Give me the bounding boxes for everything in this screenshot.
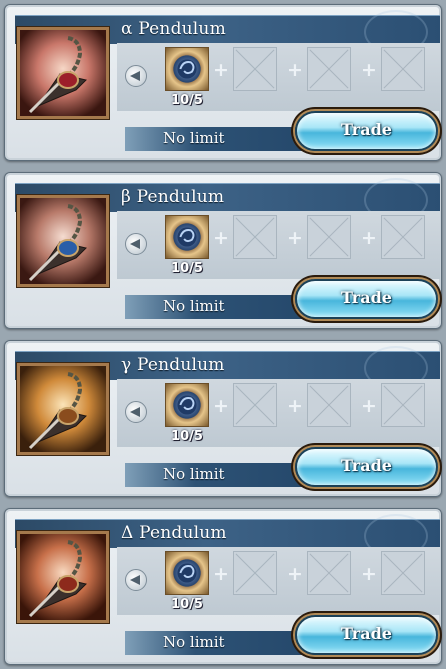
trade-button-label: Trade	[341, 288, 392, 307]
empty-material-slot	[381, 47, 425, 91]
empty-material-slot	[307, 383, 351, 427]
material-count: 10/5	[171, 261, 203, 276]
pendulum-trade-list: α Pendulum 10/5 + + + No limit Trade β P…	[0, 0, 446, 669]
material-area: 10/5 + + +	[117, 211, 440, 279]
empty-material-slot	[233, 215, 277, 259]
arrow-left-icon[interactable]	[125, 233, 147, 255]
plus-icon: +	[213, 227, 229, 249]
trade-button[interactable]: Trade	[295, 111, 438, 151]
blue-orb-material-icon[interactable]	[165, 47, 209, 91]
empty-material-slot	[381, 551, 425, 595]
empty-material-slot	[233, 47, 277, 91]
empty-material-slot	[381, 215, 425, 259]
blue-orb-material-icon[interactable]	[165, 551, 209, 595]
delta-pendulum-icon[interactable]	[17, 531, 109, 623]
item-title: γ Pendulum	[121, 355, 225, 375]
empty-material-slot	[307, 47, 351, 91]
material-count: 10/5	[171, 597, 203, 612]
empty-material-slot	[307, 215, 351, 259]
trade-button-label: Trade	[341, 624, 392, 643]
trade-button[interactable]: Trade	[295, 615, 438, 655]
plus-icon: +	[287, 227, 303, 249]
plus-icon: +	[213, 395, 229, 417]
limit-text: No limit	[163, 633, 225, 651]
material-area: 10/5 + + +	[117, 43, 440, 111]
blue-orb-material-icon[interactable]	[165, 215, 209, 259]
beta-pendulum-icon[interactable]	[17, 195, 109, 287]
trade-row-alpha-pendulum: α Pendulum 10/5 + + + No limit Trade	[4, 4, 442, 161]
plus-icon: +	[361, 59, 377, 81]
gamma-pendulum-icon[interactable]	[17, 363, 109, 455]
empty-material-slot	[233, 383, 277, 427]
trade-button[interactable]: Trade	[295, 447, 438, 487]
plus-icon: +	[287, 395, 303, 417]
item-title: α Pendulum	[121, 19, 226, 39]
trade-button[interactable]: Trade	[295, 279, 438, 319]
empty-material-slot	[307, 551, 351, 595]
plus-icon: +	[361, 563, 377, 585]
plus-icon: +	[213, 563, 229, 585]
trade-row-gamma-pendulum: γ Pendulum 10/5 + + + No limit Trade	[4, 340, 442, 497]
limit-text: No limit	[163, 465, 225, 483]
empty-material-slot	[233, 551, 277, 595]
trade-row-beta-pendulum: β Pendulum 10/5 + + + No limit Trade	[4, 172, 442, 329]
blue-orb-material-icon[interactable]	[165, 383, 209, 427]
arrow-left-icon[interactable]	[125, 401, 147, 423]
empty-material-slot	[381, 383, 425, 427]
item-title: Δ Pendulum	[121, 523, 227, 543]
arrow-left-icon[interactable]	[125, 65, 147, 87]
alpha-pendulum-icon[interactable]	[17, 27, 109, 119]
material-area: 10/5 + + +	[117, 379, 440, 447]
trade-button-label: Trade	[341, 120, 392, 139]
arrow-left-icon[interactable]	[125, 569, 147, 591]
plus-icon: +	[287, 59, 303, 81]
plus-icon: +	[287, 563, 303, 585]
limit-text: No limit	[163, 297, 225, 315]
material-area: 10/5 + + +	[117, 547, 440, 615]
item-title: β Pendulum	[121, 187, 225, 207]
plus-icon: +	[361, 395, 377, 417]
material-count: 10/5	[171, 93, 203, 108]
limit-text: No limit	[163, 129, 225, 147]
trade-row-delta-pendulum: Δ Pendulum 10/5 + + + No limit Trade	[4, 508, 442, 665]
material-count: 10/5	[171, 429, 203, 444]
plus-icon: +	[361, 227, 377, 249]
plus-icon: +	[213, 59, 229, 81]
trade-button-label: Trade	[341, 456, 392, 475]
